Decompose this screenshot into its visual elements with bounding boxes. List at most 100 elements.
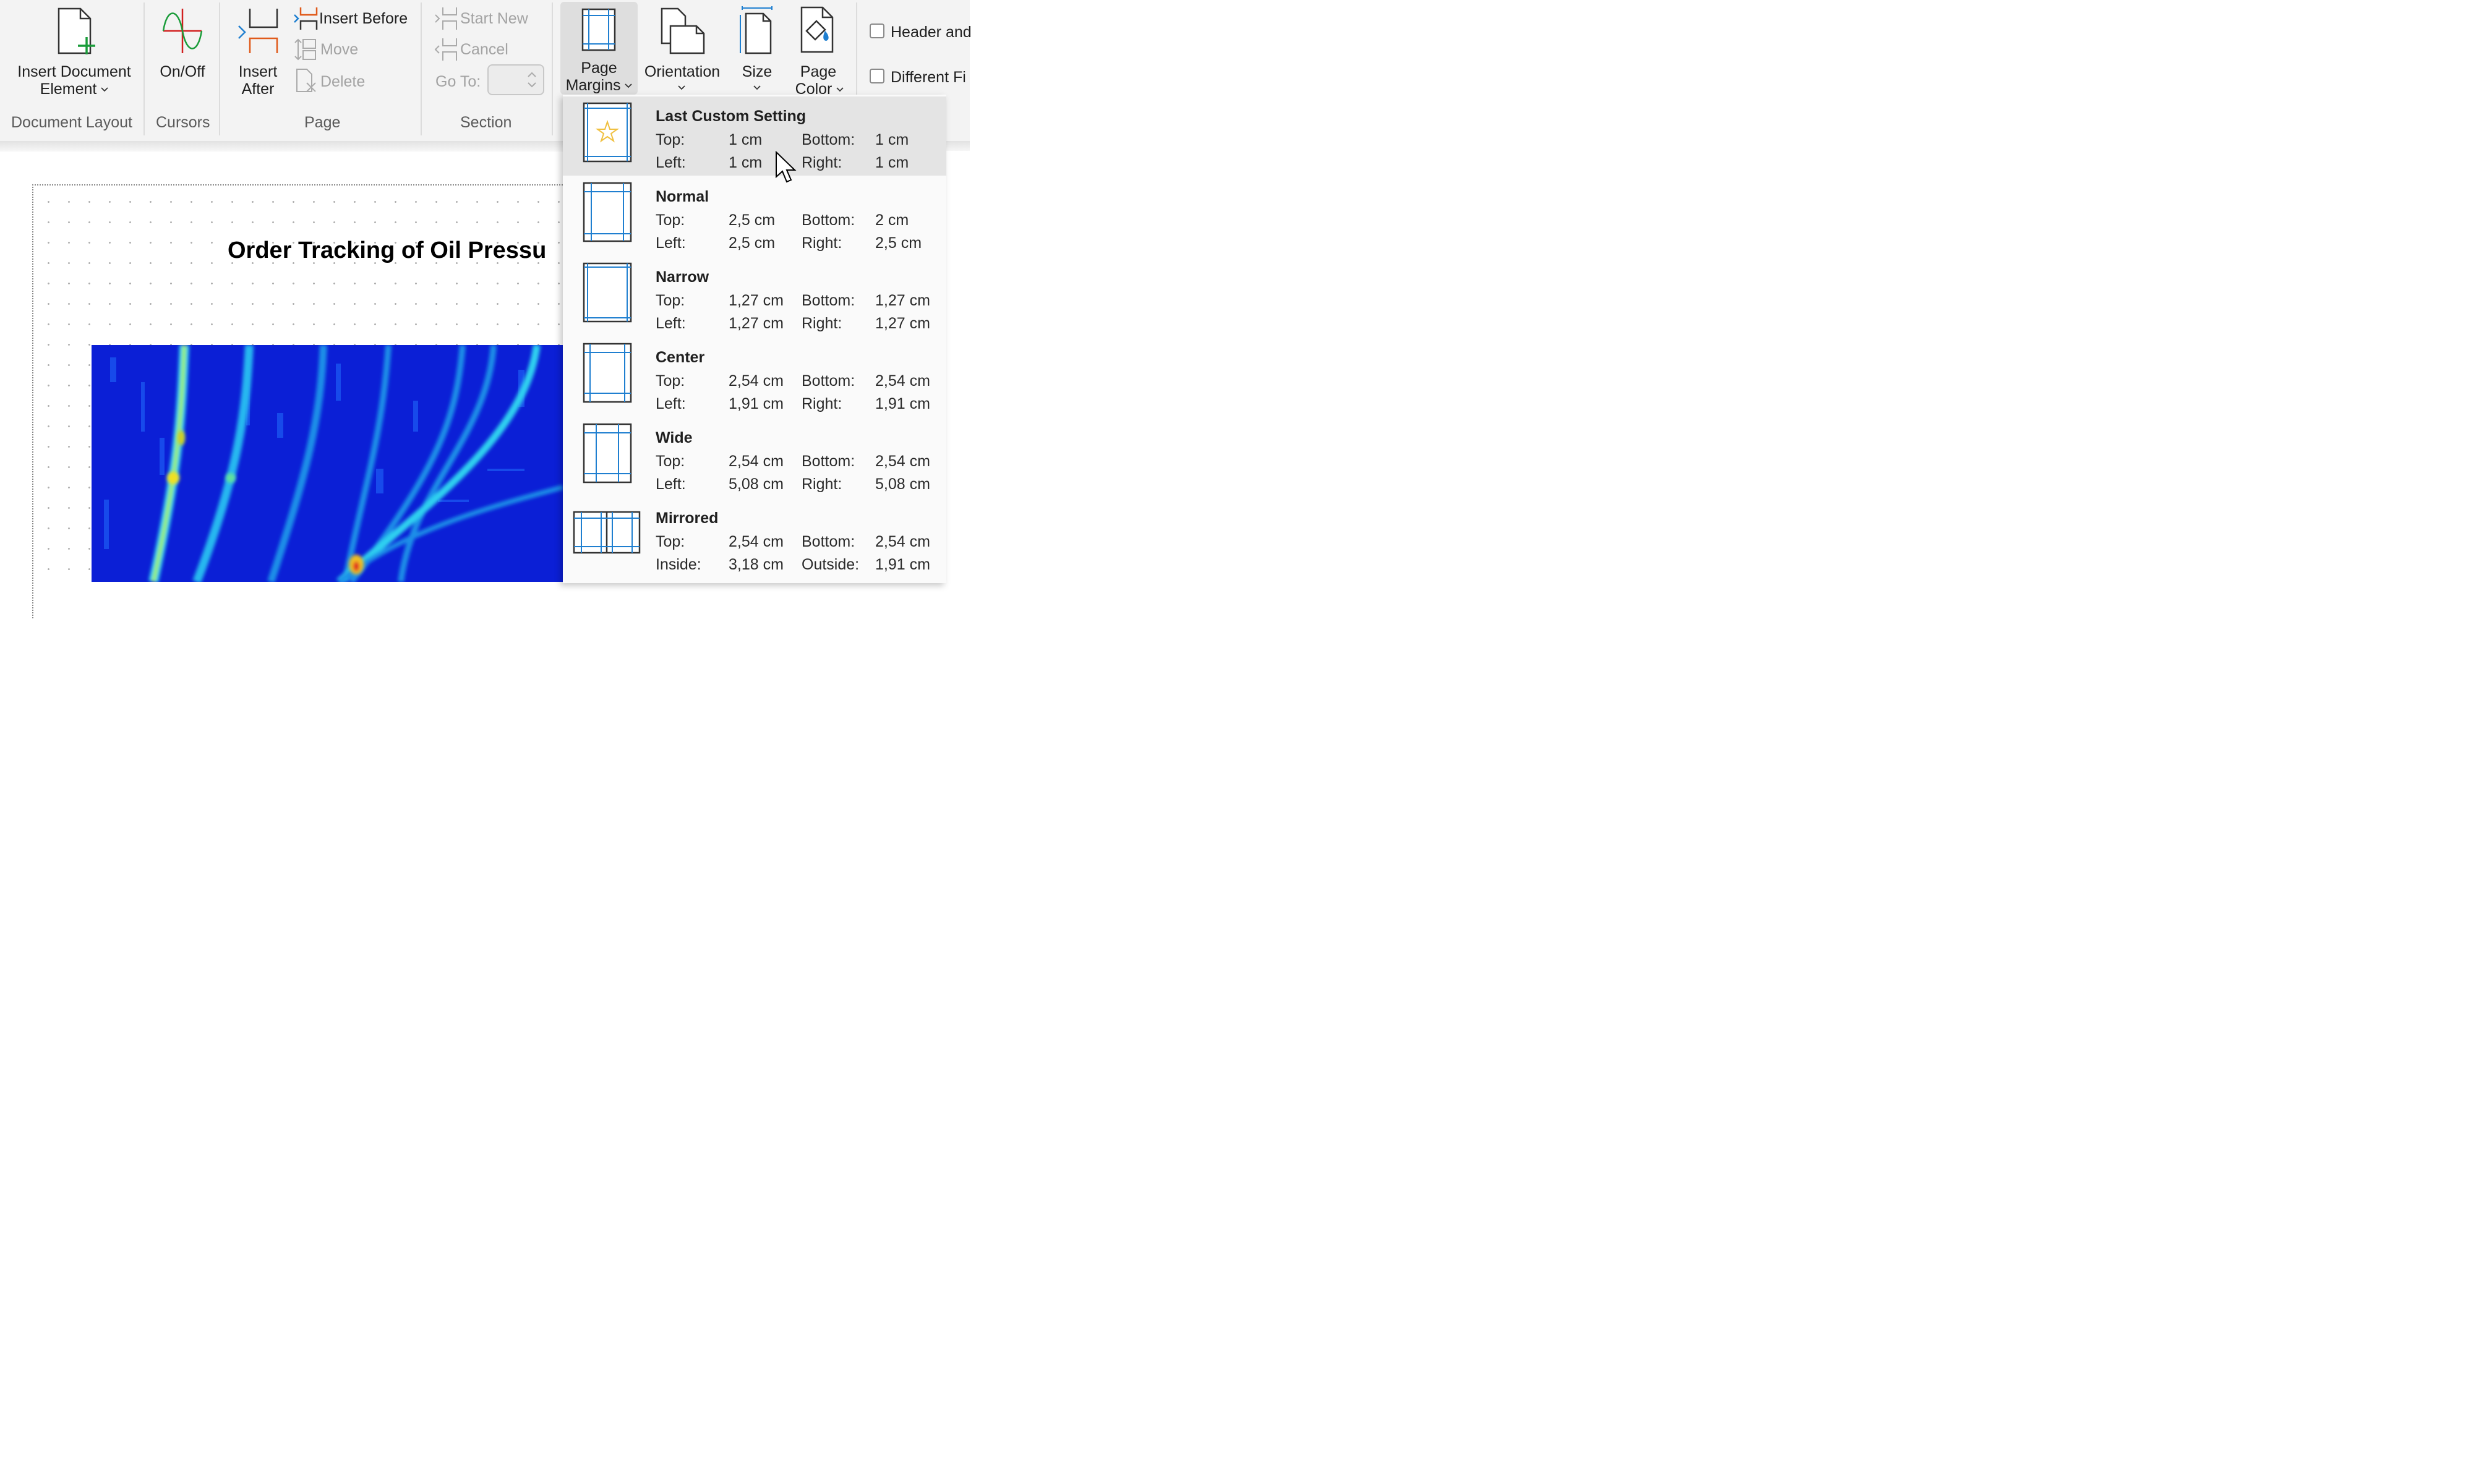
margin-value-top: 2,54 cm (729, 453, 784, 470)
margin-option-normal[interactable]: Normal Top: 2,5 cm Bottom: 2 cm Left: 2,… (563, 177, 946, 256)
size-label: Size (742, 63, 773, 80)
page-margins-dropdown: Last Custom Setting Top: 1 cm Bottom: 1 … (563, 95, 946, 583)
page-margins-label-2: Margins (565, 77, 621, 94)
margin-option-name: Last Custom Setting (656, 108, 807, 125)
page-margins-label-1: Page (581, 59, 617, 77)
header-and-footer-checkbox[interactable] (870, 23, 884, 38)
margin-key-top: Top: (656, 211, 685, 229)
insert-before-label: Insert Before (319, 10, 408, 27)
group-separator (421, 2, 422, 135)
group-separator (552, 2, 553, 135)
on-off-button[interactable]: On/Off (150, 4, 215, 95)
margin-option-name: Normal (656, 188, 709, 205)
sine-wave-icon (162, 9, 203, 53)
margin-key-top: Top: (656, 372, 685, 390)
group-separator (219, 2, 220, 135)
margin-key-top: Top: (656, 453, 685, 470)
margin-value-bottom: 2,54 cm (875, 453, 930, 470)
start-new-label: Start New (460, 10, 528, 27)
margin-option-narrow[interactable]: Narrow Top: 1,27 cm Bottom: 1,27 cm Left… (563, 257, 946, 336)
insert-document-element-button[interactable]: Insert Document Element (9, 4, 140, 98)
move-button[interactable]: Move (292, 36, 372, 63)
group-label-cursors: Cursors (156, 114, 210, 131)
move-label: Move (320, 41, 359, 58)
move-icon (294, 38, 316, 61)
margin-value-right: 1,27 cm (875, 315, 930, 332)
margin-value-bottom: 2,54 cm (875, 533, 930, 550)
cancel-section-icon (434, 38, 457, 61)
size-button[interactable]: Size (730, 4, 784, 95)
start-new-button[interactable]: Start New (433, 5, 538, 32)
margin-value-top: 1,27 cm (729, 292, 784, 309)
margin-value-left: 1 cm (729, 154, 763, 171)
margin-value-right: 2,5 cm (875, 234, 922, 252)
order-tracking-heatmap[interactable] (92, 345, 563, 582)
margin-key-top: Top: (656, 533, 685, 550)
margin-key-bottom: Bottom: (802, 453, 855, 470)
margin-option-name: Mirrored (656, 510, 719, 527)
margin-key-top: Top: (656, 131, 685, 148)
insert-document-element-label-2: Element (40, 80, 97, 98)
chevron-down-icon (101, 87, 108, 92)
cancel-section-button[interactable]: Cancel (433, 36, 538, 63)
page-margins-button[interactable]: Page Margins (560, 2, 638, 95)
margin-key-bottom: Bottom: (802, 131, 855, 148)
delete-page-icon (296, 69, 316, 92)
page-size-icon (740, 6, 773, 54)
margin-value-left: 2,5 cm (729, 234, 776, 252)
go-to-label: Go To: (435, 73, 481, 90)
margin-key-right: Right: (802, 234, 842, 252)
margin-value-top: 2,54 cm (729, 372, 784, 390)
margin-key-left: Left: (656, 234, 686, 252)
insert-before-icon (294, 7, 318, 30)
margin-option-center[interactable]: Center Top: 2,54 cm Bottom: 2,54 cm Left… (563, 338, 946, 417)
margin-value-bottom: 1 cm (875, 131, 909, 148)
margin-key-top: Top: (656, 292, 685, 309)
orientation-button[interactable]: Orientation (640, 4, 725, 95)
mouse-pointer-icon (776, 151, 797, 183)
margin-value-bottom: 2 cm (875, 211, 909, 229)
different-first-checkbox-label: Different Fi (891, 69, 966, 86)
group-separator (143, 2, 145, 135)
header-checkbox-label: Header and (891, 23, 972, 41)
page-margins-icon (581, 8, 616, 51)
margins-thumbnail-icon (583, 343, 632, 403)
margin-option-wide[interactable]: Wide Top: 2,54 cm Bottom: 2,54 cm Left: … (563, 418, 946, 497)
margin-value-left: 1,27 cm (729, 315, 784, 332)
different-first-page-checkbox[interactable] (870, 69, 884, 83)
margin-value-bottom: 1,27 cm (875, 292, 930, 309)
cancel-label: Cancel (460, 41, 508, 58)
margin-option-last-custom[interactable]: Last Custom Setting Top: 1 cm Bottom: 1 … (563, 96, 946, 176)
margins-thumbnail-icon (583, 262, 632, 323)
chevron-down-icon (836, 87, 844, 92)
margin-value-top: 1 cm (729, 131, 763, 148)
group-label-document-layout: Document Layout (11, 114, 132, 131)
start-new-section-icon (435, 7, 457, 30)
delete-label: Delete (320, 73, 366, 90)
mirrored-margins-thumbnail-icon (573, 511, 641, 554)
chart-title: Order Tracking of Oil Pressu (228, 237, 547, 263)
insert-before-button[interactable]: Insert Before (292, 5, 416, 32)
margin-key-right: Right: (802, 315, 842, 332)
margin-value-left: 5,08 cm (729, 475, 784, 493)
margin-key-left: Left: (656, 475, 686, 493)
margin-value-right: 5,08 cm (875, 475, 930, 493)
margin-key-right: Right: (802, 395, 842, 412)
margin-key-right: Right: (802, 154, 842, 171)
margin-key-bottom: Bottom: (802, 372, 855, 390)
page-color-button[interactable]: Page Color (789, 4, 850, 98)
margin-value-right: 1,91 cm (875, 395, 930, 412)
margin-option-name: Narrow (656, 268, 709, 286)
group-separator (856, 2, 857, 95)
margin-key-left: Left: (656, 315, 686, 332)
margin-value-outside: 1,91 cm (875, 556, 930, 573)
margin-value-right: 1 cm (875, 154, 909, 171)
insert-after-button[interactable]: Insert After (230, 4, 286, 98)
group-label-page: Page (304, 114, 341, 131)
go-to-spinner[interactable] (487, 64, 544, 95)
margin-option-mirrored[interactable]: Mirrored Top: 2,54 cm Bottom: 2,54 cm In… (563, 498, 946, 578)
margin-key-right: Right: (802, 475, 842, 493)
margins-thumbnail-icon (583, 102, 632, 163)
delete-button[interactable]: Delete (292, 67, 372, 94)
margin-option-name: Wide (656, 429, 693, 446)
